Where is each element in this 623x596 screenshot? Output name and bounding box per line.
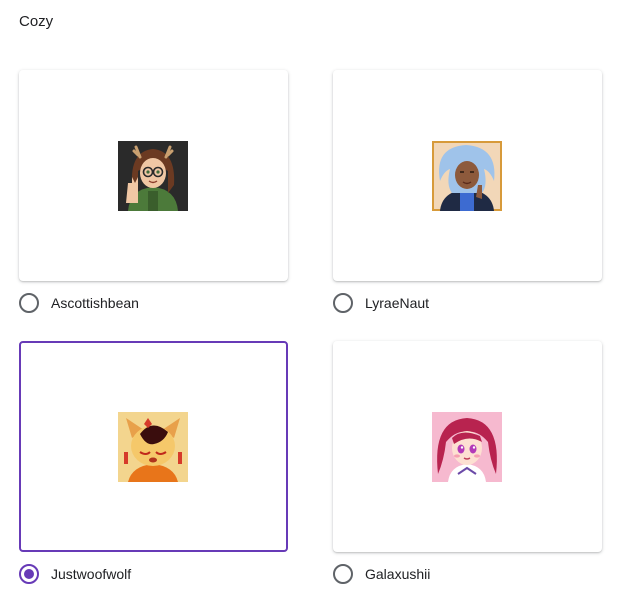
option-card-ascottishbean[interactable] (19, 70, 288, 281)
option-card-galaxushii[interactable] (333, 341, 602, 552)
radio-option-galaxushii[interactable]: Galaxushii (333, 563, 430, 585)
blue-haired-person-avatar (432, 141, 502, 211)
radio-option-ascottishbean[interactable]: Ascottishbean (19, 292, 139, 314)
option-justwoofwolf: Justwoofwolf (19, 341, 288, 584)
option-lyraenaut: LyraeNaut (333, 70, 602, 313)
radio-label-lyraenaut: LyraeNaut (365, 295, 430, 311)
radio-label-galaxushii: Galaxushii (365, 566, 431, 582)
orange-wolf-avatar (118, 412, 188, 482)
radio-label-justwoofwolf: Justwoofwolf (51, 566, 132, 582)
option-card-lyraenaut[interactable] (333, 70, 602, 281)
radio-button-galaxushii[interactable] (333, 564, 353, 584)
option-card-justwoofwolf[interactable] (19, 341, 288, 552)
option-galaxushii: Galaxushii (333, 341, 602, 584)
radio-button-lyraenaut[interactable] (333, 293, 353, 313)
brunette-girl-with-antlers-avatar (118, 141, 188, 211)
option-ascottishbean: Ascottishbean (19, 70, 288, 313)
radio-option-justwoofwolf[interactable]: Justwoofwolf (19, 563, 131, 585)
radio-option-lyraenaut[interactable]: LyraeNaut (333, 292, 429, 314)
radio-label-ascottishbean: Ascottishbean (51, 295, 139, 311)
section-title: Cozy (19, 13, 54, 30)
radio-button-ascottishbean[interactable] (19, 293, 39, 313)
pink-haired-anime-girl-avatar (432, 412, 502, 482)
radio-button-justwoofwolf[interactable] (19, 564, 39, 584)
